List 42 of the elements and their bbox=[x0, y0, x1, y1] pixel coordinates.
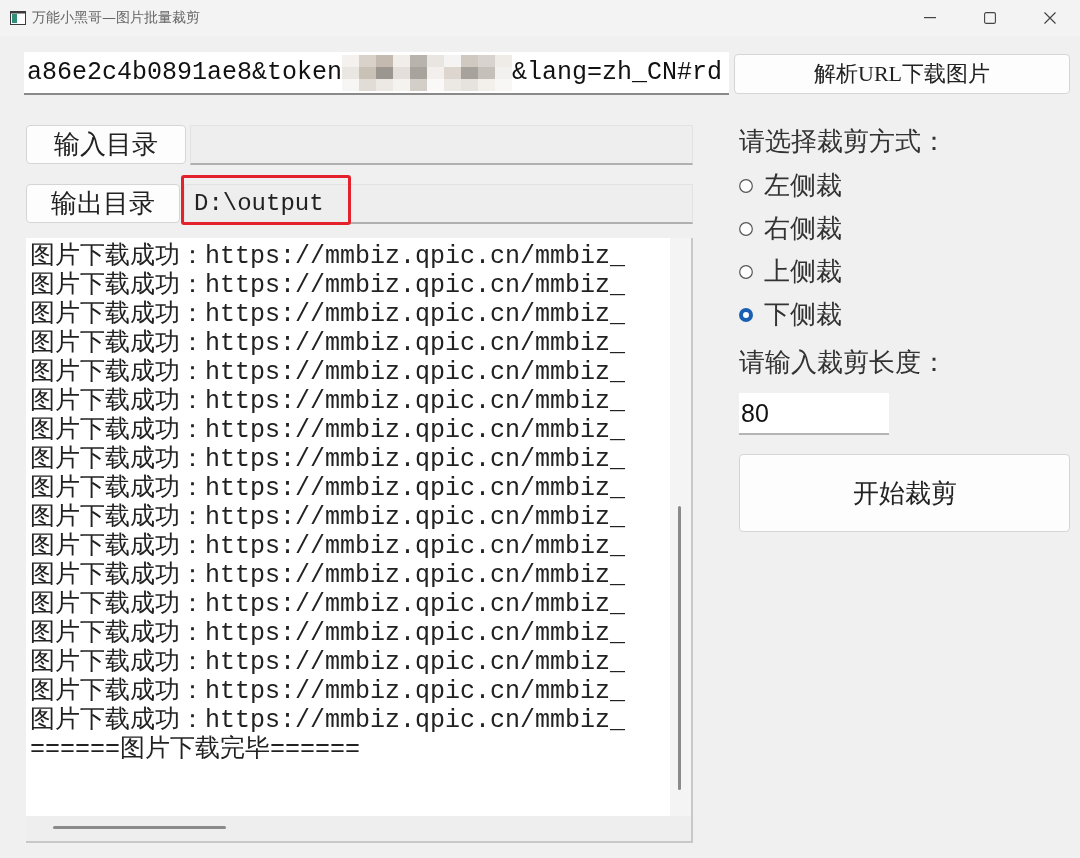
log-line: 图片下载成功：https://mmbiz.qpic.cn/mmbiz_ bbox=[30, 590, 627, 619]
log-line: 图片下载成功：https://mmbiz.qpic.cn/mmbiz_ bbox=[30, 648, 627, 677]
close-icon bbox=[1044, 12, 1056, 24]
maximize-icon bbox=[984, 12, 996, 24]
radio-option[interactable]: 左侧裁 bbox=[739, 164, 1070, 207]
output-dir-field[interactable]: D:\output bbox=[184, 184, 693, 224]
input-dir-field[interactable] bbox=[190, 125, 693, 165]
log-line: 图片下载成功：https://mmbiz.qpic.cn/mmbiz_ bbox=[30, 329, 627, 358]
app-window-icon bbox=[10, 11, 26, 25]
url-field[interactable]: a86e2c4b0891ae8&token &lang=zh_CN#rd bbox=[24, 52, 729, 95]
scrollbar-thumb[interactable] bbox=[53, 826, 226, 829]
minimize-icon bbox=[924, 17, 936, 19]
log-line: 图片下载成功：https://mmbiz.qpic.cn/mmbiz_ bbox=[30, 503, 627, 532]
parse-url-button[interactable]: 解析URL下载图片 bbox=[734, 53, 1070, 94]
window-title: 万能小黑哥—图片批量裁剪 bbox=[32, 9, 200, 27]
vertical-scrollbar[interactable] bbox=[670, 238, 691, 816]
log-line: 图片下载成功：https://mmbiz.qpic.cn/mmbiz_ bbox=[30, 358, 627, 387]
log-line: 图片下载成功：https://mmbiz.qpic.cn/mmbiz_ bbox=[30, 619, 627, 648]
radio-option[interactable]: 上侧裁 bbox=[739, 250, 1070, 293]
log-line: 图片下载成功：https://mmbiz.qpic.cn/mmbiz_ bbox=[30, 387, 627, 416]
log-line: 图片下载成功：https://mmbiz.qpic.cn/mmbiz_ bbox=[30, 445, 627, 474]
crop-mode-label: 请选择裁剪方式： bbox=[739, 127, 948, 157]
radio-option[interactable]: 下侧裁 bbox=[739, 293, 1070, 336]
log-line: ======图片下载完毕====== bbox=[30, 735, 362, 764]
log-line: 图片下载成功：https://mmbiz.qpic.cn/mmbiz_ bbox=[30, 677, 627, 706]
log-line: 图片下载成功：https://mmbiz.qpic.cn/mmbiz_ bbox=[30, 242, 627, 271]
log-line: 图片下载成功：https://mmbiz.qpic.cn/mmbiz_ bbox=[30, 416, 627, 445]
log-line: 图片下载成功：https://mmbiz.qpic.cn/mmbiz_ bbox=[30, 532, 627, 561]
output-dir-button[interactable]: 输出目录 bbox=[26, 184, 180, 223]
crop-length-label: 请输入裁剪长度： bbox=[739, 348, 948, 378]
log-line: 图片下载成功：https://mmbiz.qpic.cn/mmbiz_ bbox=[30, 271, 627, 300]
log-line: 图片下载成功：https://mmbiz.qpic.cn/mmbiz_ bbox=[30, 300, 627, 329]
log-textarea[interactable] bbox=[26, 238, 693, 843]
crop-length-field[interactable]: 80 bbox=[739, 393, 889, 435]
scrollbar-thumb[interactable] bbox=[678, 506, 681, 790]
log-line: 图片下载成功：https://mmbiz.qpic.cn/mmbiz_ bbox=[30, 706, 627, 735]
path-text: D:\output bbox=[194, 190, 324, 217]
radio-option[interactable]: 右侧裁 bbox=[739, 207, 1070, 250]
start-crop-button[interactable]: 开始裁剪 bbox=[739, 454, 1070, 532]
log-line: 图片下载成功：https://mmbiz.qpic.cn/mmbiz_ bbox=[30, 561, 627, 590]
input-dir-button[interactable]: 输入目录 bbox=[26, 125, 186, 164]
log-line: 图片下载成功：https://mmbiz.qpic.cn/mmbiz_ bbox=[30, 474, 627, 503]
